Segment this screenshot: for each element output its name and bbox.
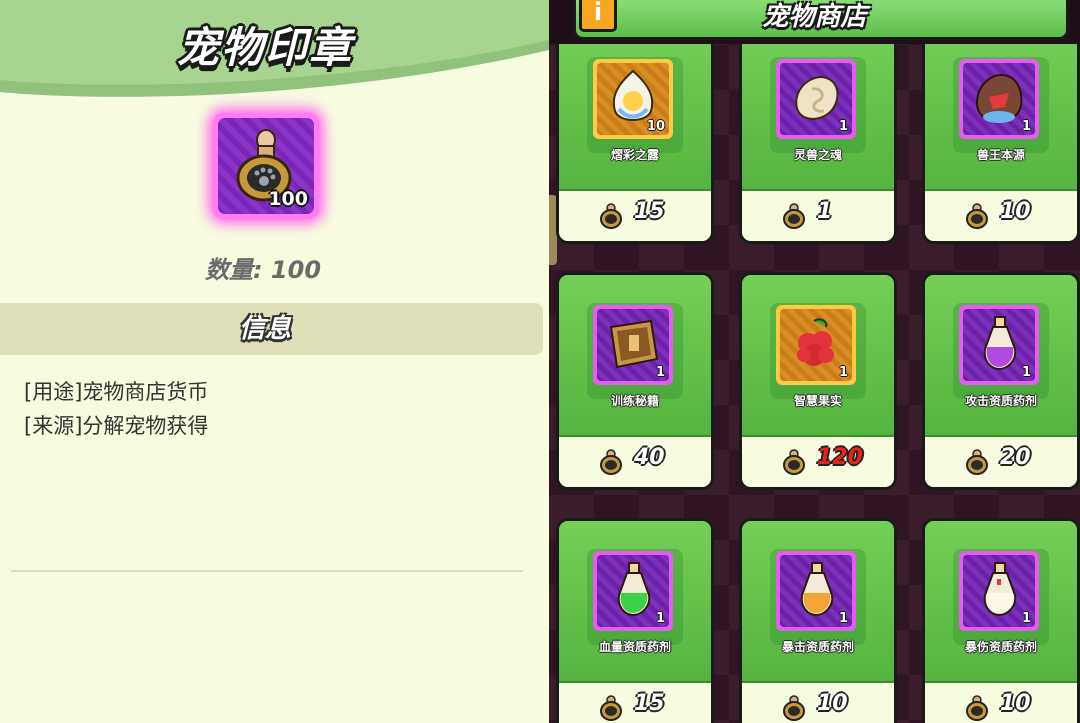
item-price: 40 [634,445,665,470]
item-name: 血量资质药剂 [598,640,671,654]
pet-shop-panel: 10 熠彩之露 15 1 灵兽之魂 1 1 兽王本源 10 1 训练秘籍 40 … [549,0,1080,723]
item-count: 1 [838,119,848,134]
item-name: 智慧果实 [793,394,842,408]
quantity-label: 数量: 100 [204,256,322,284]
pet-seal-icon [966,695,988,721]
shop-item-card[interactable]: 1 血量资质药剂 15 [556,518,714,723]
item-count: 100 [268,188,308,210]
pet-seal-icon [600,695,622,721]
item-price: 20 [1000,445,1031,470]
shop-item-card[interactable]: 1 兽王本源 10 [922,26,1080,244]
shop-item-card[interactable]: 10 熠彩之露 15 [556,26,714,244]
item-price: 1 [817,199,833,224]
info-header-label: 信息 [238,314,291,344]
item-price: 15 [634,199,665,224]
info-section-header: 信息 [0,303,543,355]
item-price: 15 [634,691,665,716]
pet-seal-icon [783,203,805,229]
pet-seal-icon [783,449,805,475]
item-name: 熠彩之露 [610,148,659,162]
item-count: 1 [838,611,848,626]
item-icon-frame: 100 [213,113,319,219]
item-frame: 1 [776,551,856,631]
item-frame: 1 [959,551,1039,631]
source-line: [来源]分解宠物获得 [24,414,209,438]
item-count: 1 [1021,365,1031,380]
usage-line: [用途]宠物商店货币 [24,380,209,404]
item-count: 1 [1021,611,1031,626]
pet-seal-icon [600,203,622,229]
item-name: 灵兽之魂 [793,148,842,162]
item-count: 1 [655,365,665,380]
pet-seal-icon [966,203,988,229]
item-count: 10 [646,119,665,134]
item-count: 1 [838,365,848,380]
item-frame: 1 [776,305,856,385]
item-price: 10 [817,691,848,716]
item-price: 10 [1000,199,1031,224]
shop-item-card[interactable]: 1 智慧果实 120 [739,272,897,490]
item-count: 1 [655,611,665,626]
item-frame: 1 [959,59,1039,139]
pet-seal-icon [966,449,988,475]
shop-item-card[interactable]: 1 训练秘籍 40 [556,272,714,490]
shop-title: 宠物商店 [762,2,867,32]
shop-item-card[interactable]: 1 暴伤资质药剂 10 [922,518,1080,723]
item-frame: 1 [593,305,673,385]
item-name: 攻击资质药剂 [964,394,1037,408]
item-price: 120 [817,445,863,470]
shop-header: i 宠物商店 [549,0,1080,44]
item-frame: 1 [776,59,856,139]
pet-seal-icon [783,695,805,721]
shop-item-card[interactable]: 1 攻击资质药剂 20 [922,272,1080,490]
pet-seal-icon [600,449,622,475]
item-frame: 1 [959,305,1039,385]
item-detail-panel: 宠物印章 100 数量: 100 信息 [用途]宠物商店货币 [来源]分解宠物获… [0,0,549,723]
divider [11,570,523,572]
item-name: 暴伤资质药剂 [964,640,1037,654]
item-name: 训练秘籍 [610,394,659,408]
item-title: 宠物印章 [176,23,353,72]
item-frame: 1 [593,551,673,631]
item-price: 10 [1000,691,1031,716]
item-frame: 10 [593,59,673,139]
shop-item-card[interactable]: 1 灵兽之魂 1 [739,26,897,244]
item-count: 1 [1021,119,1031,134]
shop-item-card[interactable]: 1 暴击资质药剂 10 [739,518,897,723]
item-name: 兽王本源 [976,148,1025,162]
item-name: 暴击资质药剂 [781,640,854,654]
